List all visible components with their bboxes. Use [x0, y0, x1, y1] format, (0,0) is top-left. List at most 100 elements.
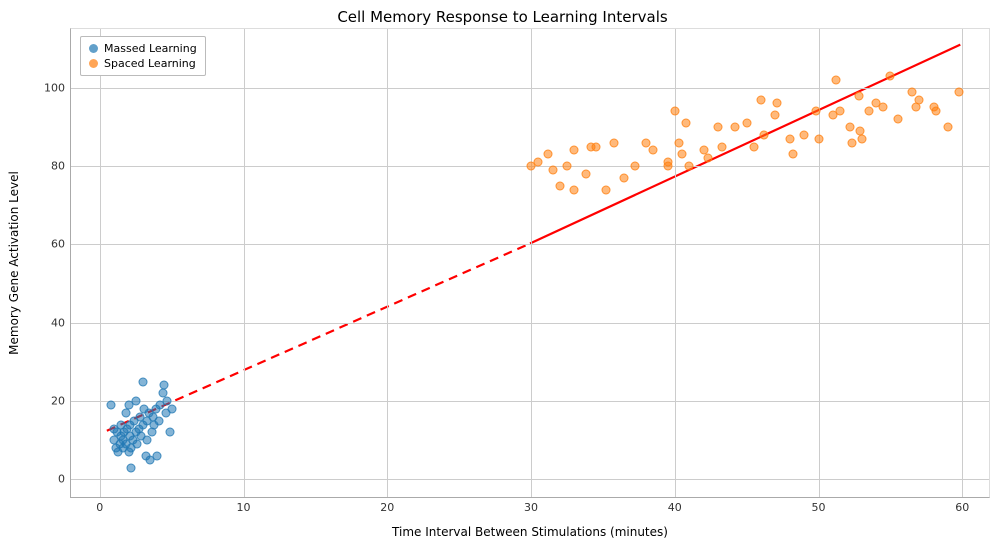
data-point	[677, 150, 686, 159]
grid-line-h	[71, 323, 989, 324]
x-tick-label: 50	[812, 497, 826, 514]
data-point	[772, 99, 781, 108]
y-tick-label: 80	[51, 160, 71, 173]
data-point	[846, 122, 855, 131]
data-point	[915, 95, 924, 104]
grid-line-v	[244, 29, 245, 497]
data-point	[591, 142, 600, 151]
data-point	[771, 111, 780, 120]
grid-line-h	[71, 479, 989, 480]
data-point	[879, 103, 888, 112]
trend-line-layer	[71, 29, 989, 497]
data-point	[610, 138, 619, 147]
legend-label: Spaced Learning	[104, 57, 196, 70]
data-point	[166, 428, 175, 437]
data-point	[831, 75, 840, 84]
data-point	[570, 146, 579, 155]
data-point	[675, 138, 684, 147]
data-point	[121, 408, 130, 417]
data-point	[131, 397, 140, 406]
data-point	[663, 158, 672, 167]
data-point	[138, 377, 147, 386]
data-point	[649, 146, 658, 155]
grid-line-h	[71, 401, 989, 402]
data-point	[857, 134, 866, 143]
x-tick-label: 0	[96, 497, 103, 514]
x-tick-label: 40	[668, 497, 682, 514]
plot-area: 0204060801000102030405060	[70, 28, 990, 498]
data-point	[555, 181, 564, 190]
data-point	[788, 150, 797, 159]
legend-item-massed: Massed Learning	[89, 41, 197, 56]
data-point	[759, 130, 768, 139]
y-tick-label: 0	[58, 473, 71, 486]
grid-line-h	[71, 88, 989, 89]
data-point	[544, 150, 553, 159]
grid-line-v	[531, 29, 532, 497]
y-tick-label: 20	[51, 395, 71, 408]
legend: Massed Learning Spaced Learning	[80, 36, 206, 76]
data-point	[703, 154, 712, 163]
grid-line-v	[387, 29, 388, 497]
data-point	[854, 91, 863, 100]
data-point	[912, 103, 921, 112]
data-point	[160, 381, 169, 390]
data-point	[718, 142, 727, 151]
y-tick-label: 40	[51, 316, 71, 329]
grid-line-v	[100, 29, 101, 497]
legend-item-spaced: Spaced Learning	[89, 56, 197, 71]
data-point	[814, 134, 823, 143]
data-point	[685, 162, 694, 171]
data-point	[167, 404, 176, 413]
grid-line-v	[962, 29, 963, 497]
chart-container: Cell Memory Response to Learning Interva…	[0, 0, 1005, 547]
data-point	[562, 162, 571, 171]
data-point	[630, 162, 639, 171]
legend-label: Massed Learning	[104, 42, 197, 55]
y-tick-label: 100	[44, 81, 71, 94]
data-point	[800, 130, 809, 139]
x-tick-label: 20	[380, 497, 394, 514]
data-point	[943, 122, 952, 131]
data-point	[570, 185, 579, 194]
data-point	[757, 95, 766, 104]
grid-line-v	[819, 29, 820, 497]
data-point	[642, 138, 651, 147]
data-point	[811, 107, 820, 116]
data-point	[147, 428, 156, 437]
data-point	[731, 122, 740, 131]
data-point	[682, 119, 691, 128]
data-point	[907, 87, 916, 96]
x-tick-label: 60	[955, 497, 969, 514]
grid-line-v	[675, 29, 676, 497]
data-point	[713, 122, 722, 131]
data-point	[886, 72, 895, 81]
data-point	[601, 185, 610, 194]
data-point	[133, 440, 142, 449]
x-axis-label: Time Interval Between Stimulations (minu…	[70, 525, 990, 539]
data-point	[581, 169, 590, 178]
x-tick-label: 30	[524, 497, 538, 514]
data-point	[742, 119, 751, 128]
data-point	[534, 158, 543, 167]
legend-dot-icon	[89, 44, 98, 53]
y-tick-label: 60	[51, 238, 71, 251]
data-point	[107, 401, 116, 410]
data-point	[749, 142, 758, 151]
data-point	[154, 416, 163, 425]
data-point	[127, 463, 136, 472]
grid-line-h	[71, 244, 989, 245]
data-point	[143, 436, 152, 445]
x-tick-label: 10	[237, 497, 251, 514]
data-point	[785, 134, 794, 143]
legend-dot-icon	[89, 59, 98, 68]
data-point	[670, 107, 679, 116]
data-point	[153, 451, 162, 460]
data-point	[893, 115, 902, 124]
data-point	[932, 107, 941, 116]
data-point	[548, 166, 557, 175]
data-point	[847, 138, 856, 147]
chart-title: Cell Memory Response to Learning Interva…	[0, 8, 1005, 26]
y-axis-label: Memory Gene Activation Level	[7, 171, 21, 355]
data-point	[864, 107, 873, 116]
